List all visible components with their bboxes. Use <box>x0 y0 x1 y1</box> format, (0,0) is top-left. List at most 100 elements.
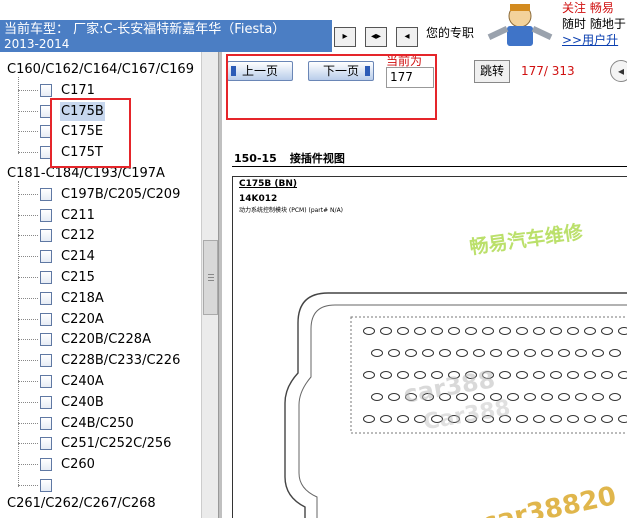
connector-pin <box>439 349 451 357</box>
tree-connector <box>18 443 38 445</box>
connector-pin <box>609 349 621 357</box>
page-icon <box>40 354 52 368</box>
scrollbar-thumb[interactable] <box>203 240 218 315</box>
connector-pin <box>439 393 451 401</box>
tree-connector-line <box>18 180 19 487</box>
connector-pin <box>584 327 596 335</box>
connector-pin <box>507 349 519 357</box>
tree-connector <box>18 277 38 278</box>
tree-group-label-partial[interactable]: C261/C262/C267/C268 <box>7 496 156 511</box>
page-icon <box>40 229 52 243</box>
tree-item-label: C218A <box>61 290 104 306</box>
connector-pin <box>567 415 579 423</box>
page-icon <box>40 458 52 472</box>
connector-pin <box>397 371 409 379</box>
tagline: 关注 畅易 随时 随地于 >>用户升 <box>562 0 626 48</box>
connector-pin <box>533 327 545 335</box>
connector-pin <box>558 349 570 357</box>
zoom-round-icon[interactable]: ◂ <box>610 60 627 82</box>
connector-pin <box>507 393 519 401</box>
tree-connector <box>18 214 38 216</box>
tree-item-label: C220B/C228A <box>61 332 151 348</box>
connector-pin <box>516 415 528 423</box>
tree-item-label: C171 <box>61 82 95 98</box>
section-number: 150-15 <box>234 152 277 165</box>
connector-pin <box>371 393 383 401</box>
connector-pin <box>541 393 553 401</box>
connector-pin <box>618 415 627 423</box>
page-icon <box>40 83 52 97</box>
connector-pin <box>482 371 494 379</box>
upgrade-link[interactable]: >>用户升 <box>562 33 618 47</box>
tree-connector <box>18 131 38 133</box>
tree-group-label[interactable]: C181-C184/C193/C197A <box>7 166 165 181</box>
tagline-line2: 随时 随地于 <box>562 17 626 31</box>
connector-pin <box>405 349 417 357</box>
connector-outline <box>284 292 627 518</box>
tree-connector <box>18 318 38 320</box>
connector-pin <box>516 327 528 335</box>
tree-connector <box>18 381 38 382</box>
connector-pin <box>550 327 562 335</box>
tree-connector <box>18 339 38 341</box>
connector-pin <box>584 371 596 379</box>
connector-pin <box>414 327 426 335</box>
connector-pin <box>431 327 443 335</box>
nav-double-icon[interactable]: ◂▸ <box>365 27 387 47</box>
connector-pin <box>524 393 536 401</box>
connector-pin <box>584 415 596 423</box>
header-bar: 当前车型： 厂家:C-长安福特新嘉年华（Fiesta） 2013-2014 ▸ … <box>0 0 627 52</box>
connector-pin <box>524 349 536 357</box>
connector-pin <box>499 415 511 423</box>
nav-last-icon[interactable]: ◂ <box>396 27 418 47</box>
tree-connector <box>18 110 38 112</box>
connector-pin <box>567 327 579 335</box>
connector-pin <box>456 349 468 357</box>
connector-pin <box>550 371 562 379</box>
tree-connector <box>18 235 38 237</box>
connector-pin <box>490 393 502 401</box>
page-icon <box>40 291 52 305</box>
page-icon <box>40 437 52 451</box>
tree-item-label: C211 <box>61 207 95 223</box>
connector-pin <box>473 393 485 401</box>
connector-pin <box>533 415 545 423</box>
connector-pin <box>618 371 627 379</box>
connector-pin <box>618 327 627 335</box>
current-car-bar: 当前车型： 厂家:C-长安福特新嘉年华（Fiesta） 2013-2014 <box>0 20 332 52</box>
connector-pin <box>380 415 392 423</box>
page-icon <box>40 187 52 201</box>
connector-pin <box>388 393 400 401</box>
connector-pin <box>456 393 468 401</box>
connector-pin <box>601 327 613 335</box>
page-icon <box>40 479 52 492</box>
connector-pin <box>371 349 383 357</box>
connector-pin <box>490 349 502 357</box>
tree-group-label[interactable]: C160/C162/C164/C167/C169 <box>7 62 194 77</box>
section-title: 接插件视图 <box>289 152 345 165</box>
tree-item-label: C228B/C233/C226 <box>61 353 181 369</box>
connector-pin <box>609 393 621 401</box>
connector-pin <box>448 327 460 335</box>
connector-inner-outline <box>298 304 627 518</box>
tree-scrollbar[interactable] <box>201 52 218 518</box>
connector-pin <box>414 415 426 423</box>
page-icon <box>40 208 52 222</box>
page-icon <box>40 416 52 430</box>
tree-item-label: C220A <box>61 311 104 327</box>
tree-connector <box>18 256 38 258</box>
tree-item-label: C212 <box>61 228 95 244</box>
connector-pin <box>592 349 604 357</box>
nav-first-icon[interactable]: ▸ <box>334 27 356 47</box>
page-icon <box>40 375 52 388</box>
connector-pin <box>499 327 511 335</box>
tree-connector <box>18 464 38 466</box>
tree-item-label: C24B/C250 <box>61 415 134 431</box>
tree-connector <box>18 485 38 486</box>
highlight-box-toolbar <box>226 54 437 120</box>
page-icon <box>40 312 52 326</box>
connector-pin <box>465 327 477 335</box>
tree-connector <box>18 401 38 403</box>
goto-button[interactable]: 跳转 <box>474 60 510 83</box>
car-name: 厂家:C-长安福特新嘉年华（Fiesta） <box>73 22 286 37</box>
